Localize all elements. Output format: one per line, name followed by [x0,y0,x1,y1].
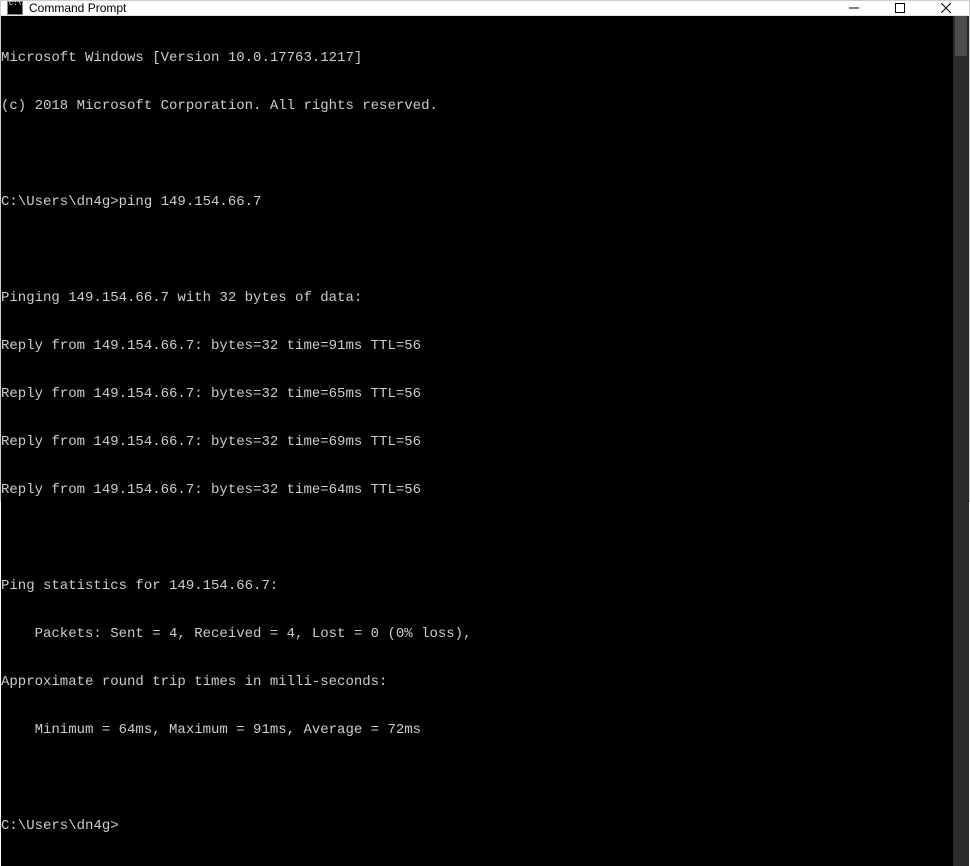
terminal-line [1,146,953,162]
terminal-line: Ping statistics for 149.154.66.7: [1,578,953,594]
maximize-icon [895,3,905,13]
prompt-text: C:\Users\dn4g> [1,818,119,834]
terminal-line: Reply from 149.154.66.7: bytes=32 time=6… [1,386,953,402]
titlebar[interactable]: Command Prompt [1,1,969,16]
terminal-line: Pinging 149.154.66.7 with 32 bytes of da… [1,290,953,306]
close-icon [941,3,951,13]
minimize-icon [849,3,859,13]
terminal-line: Approximate round trip times in milli-se… [1,674,953,690]
terminal-wrapper: Microsoft Windows [Version 10.0.17763.12… [1,16,969,866]
terminal-line [1,242,953,258]
minimize-button[interactable] [831,1,877,15]
maximize-button[interactable] [877,1,923,15]
terminal-line: Reply from 149.154.66.7: bytes=32 time=9… [1,338,953,354]
terminal-line: C:\Users\dn4g>ping 149.154.66.7 [1,194,953,210]
terminal-line [1,530,953,546]
prompt-line: C:\Users\dn4g> [1,818,953,834]
terminal-line: Microsoft Windows [Version 10.0.17763.12… [1,50,953,66]
close-button[interactable] [923,1,969,15]
terminal-line: (c) 2018 Microsoft Corporation. All righ… [1,98,953,114]
window-title: Command Prompt [29,1,126,15]
command-prompt-window: Command Prompt Microsoft Windows [Versio… [0,0,970,502]
cmd-icon [7,1,23,15]
scrollbar-thumb[interactable] [955,16,967,56]
terminal-line: Reply from 149.154.66.7: bytes=32 time=6… [1,482,953,498]
terminal-line: Minimum = 64ms, Maximum = 91ms, Average … [1,722,953,738]
scrollbar[interactable] [953,16,969,866]
window-controls [831,1,969,15]
terminal-line: Reply from 149.154.66.7: bytes=32 time=6… [1,434,953,450]
terminal-line: Packets: Sent = 4, Received = 4, Lost = … [1,626,953,642]
terminal-line [1,770,953,786]
terminal-output[interactable]: Microsoft Windows [Version 10.0.17763.12… [1,16,953,866]
